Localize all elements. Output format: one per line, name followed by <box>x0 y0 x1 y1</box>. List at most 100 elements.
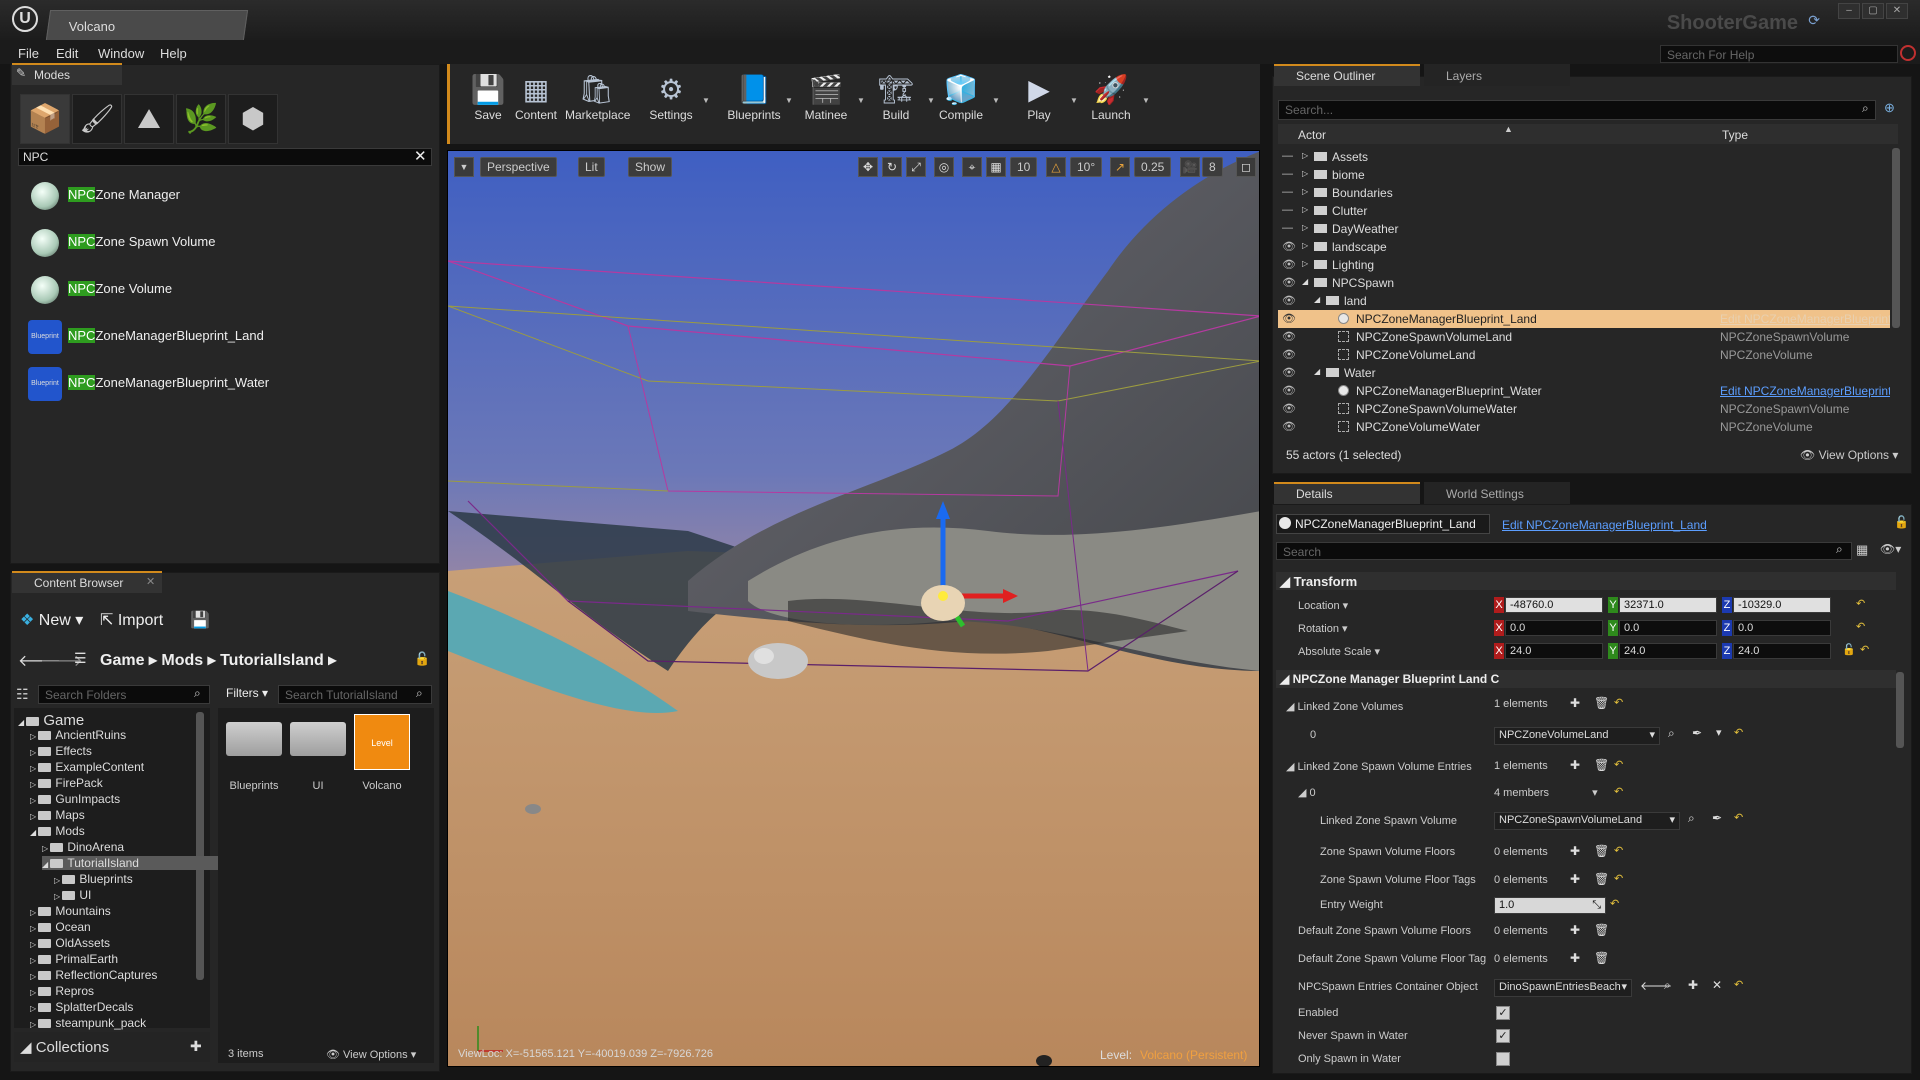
expand-arrow-icon[interactable]: ◢ <box>1314 295 1320 304</box>
reset-zone-volume-icon[interactable]: ↶ <box>1734 726 1743 739</box>
translate-tool-icon[interactable]: ✥ <box>858 157 878 177</box>
edit-blueprint-link[interactable]: Edit NPCZoneManagerBlueprint_Water <box>1720 384 1890 398</box>
blueprints-dropdown-icon[interactable]: ▼ <box>785 96 793 105</box>
pick-actor-icon[interactable]: ✒ <box>1692 726 1702 740</box>
visibility-eye-icon[interactable]: — <box>1282 168 1293 180</box>
folder-tree-item[interactable]: ◢ Mods <box>30 824 85 838</box>
expand-arrow-icon[interactable]: ▷ <box>1302 187 1308 196</box>
folder-tree-item[interactable]: ▷ OldAssets <box>30 936 110 950</box>
breadcrumb-tutorialisland[interactable]: TutorialIsland <box>220 652 324 669</box>
pick-spawn-volume-icon[interactable]: ✒ <box>1712 811 1722 825</box>
location-x-input[interactable]: -48760.0 <box>1505 597 1603 613</box>
viewport-options-dropdown[interactable]: ▼ <box>454 157 474 177</box>
search-assets-input[interactable]: Search TutorialIsland <box>278 685 432 704</box>
expand-arrow-icon[interactable]: ▷ <box>1302 151 1308 160</box>
visibility-eye-icon[interactable]: 👁 <box>1282 276 1296 289</box>
add-collection-icon[interactable]: ✚ <box>190 1038 202 1055</box>
outliner-row[interactable]: 👁 ◢ Water <box>1278 364 1890 382</box>
visibility-eye-icon[interactable]: — <box>1282 150 1293 162</box>
empty-array-icon[interactable]: 🗑 <box>1594 696 1609 710</box>
settings-button[interactable]: ⚙ Settings <box>640 72 702 132</box>
expand-arrow-icon[interactable]: ▷ <box>30 732 38 741</box>
details-lock-icon[interactable]: 🔓 <box>1894 515 1909 529</box>
scale-lock-icon[interactable]: 🔓 <box>1842 643 1856 656</box>
reset-scale-icon[interactable]: ↶ <box>1860 643 1869 656</box>
grid-snap-icon[interactable]: ▦ <box>986 157 1006 177</box>
place-mode-icon[interactable]: 📦 <box>20 94 70 144</box>
folder-tree-item[interactable]: ▷ ReflectionCaptures <box>30 968 157 982</box>
expand-arrow-icon[interactable]: ▷ <box>30 988 38 997</box>
geometry-mode-icon[interactable]: ⬢ <box>228 94 278 144</box>
tab-details[interactable]: Details <box>1274 482 1420 504</box>
scale-tool-icon[interactable]: ⤢ <box>906 157 926 177</box>
menu-edit[interactable]: Edit <box>56 46 78 61</box>
edit-blueprint-link[interactable]: Edit NPCZoneManagerBlueprint_Land <box>1502 518 1707 532</box>
mode-result-item[interactable]: Blueprint NPCZoneManagerBlueprint_Land <box>28 314 428 358</box>
camera-speed-value[interactable]: 8 <box>1202 157 1223 177</box>
add-actor-icon[interactable]: ⊕ <box>1884 100 1895 116</box>
expand-arrow-icon[interactable]: ◢ <box>42 860 50 869</box>
outliner-row[interactable]: — ▷ DayWeather <box>1278 220 1890 238</box>
world-space-icon[interactable]: ◎ <box>934 157 954 177</box>
outliner-row[interactable]: 👁 ◢ land <box>1278 292 1890 310</box>
filters-button[interactable]: Filters ▾ <box>226 686 268 700</box>
tab-scene-outliner[interactable]: Scene Outliner <box>1274 64 1420 86</box>
folder-tree-item[interactable]: ▷ steampunk_pack <box>30 1016 146 1030</box>
reset-container-icon[interactable]: ↶ <box>1734 978 1743 991</box>
paint-mode-icon[interactable]: 🖌 <box>72 94 122 144</box>
maximize-button[interactable]: ▢ <box>1862 3 1884 19</box>
expand-arrow-icon[interactable]: ▷ <box>30 764 38 773</box>
folder-asset-icon[interactable] <box>290 722 346 756</box>
level-asset-tile[interactable]: Level <box>354 714 410 770</box>
rotation-y-input[interactable]: 0.0 <box>1619 620 1717 636</box>
tab-content-browser[interactable]: Content Browser <box>12 571 162 593</box>
folder-tree-item[interactable]: ▷ Repros <box>30 984 94 998</box>
folder-tree-item[interactable]: ▷ SplatterDecals <box>30 1000 133 1014</box>
folder-tree-item[interactable]: ◢ TutorialIsland <box>42 856 218 870</box>
expand-arrow-icon[interactable]: ▷ <box>54 892 62 901</box>
element-options-icon[interactable]: ▾ <box>1716 726 1722 739</box>
only-spawn-water-checkbox[interactable] <box>1496 1052 1510 1066</box>
reset-members-icon[interactable]: ↶ <box>1614 785 1623 798</box>
expand-arrow-icon[interactable]: ▷ <box>1302 241 1308 250</box>
expand-arrow-icon[interactable]: ◢ <box>30 828 38 837</box>
grid-snap-value[interactable]: 10 <box>1010 157 1038 177</box>
outliner-row[interactable]: 👁 NPCZoneSpawnVolumeWater NPCZoneSpawnVolu… <box>1278 400 1890 418</box>
empty-floor-tags-icon[interactable]: 🗑 <box>1594 872 1609 886</box>
expand-arrow-icon[interactable]: ▷ <box>30 940 38 949</box>
surface-snap-icon[interactable]: ⌖ <box>962 157 982 177</box>
expand-arrow-icon[interactable]: ▷ <box>1302 259 1308 268</box>
container-object-select[interactable]: DinoSpawnEntriesBeach ▾ <box>1494 979 1632 997</box>
level-document-tab[interactable]: Volcano <box>45 10 249 40</box>
spawn-volume-select[interactable]: NPCZoneSpawnVolumeLand ▾ <box>1494 812 1680 830</box>
no-entry-icon[interactable] <box>1900 45 1916 61</box>
browse-spawn-volume-icon[interactable]: ⌕ <box>1688 811 1695 826</box>
launch-dropdown-icon[interactable]: ▼ <box>1142 96 1150 105</box>
visibility-eye-icon[interactable]: — <box>1282 186 1293 198</box>
scale-snap-icon[interactable]: ↗ <box>1110 157 1130 177</box>
visibility-eye-icon[interactable]: — <box>1282 222 1293 234</box>
new-asset-button[interactable]: ❖ New ▾ <box>20 610 83 630</box>
outliner-search-input[interactable]: Search... <box>1278 100 1876 120</box>
clear-search-icon[interactable]: ✕ <box>414 147 427 165</box>
outliner-row[interactable]: 👁 ◢ NPCSpawn <box>1278 274 1890 292</box>
matinee-button[interactable]: 🎬 Matinee <box>795 72 857 132</box>
close-window-button[interactable]: ✕ <box>1886 3 1908 19</box>
reset-spawn-volume-icon[interactable]: ↶ <box>1734 811 1743 824</box>
add-element-icon[interactable]: ✚ <box>1570 696 1580 710</box>
entry-weight-input[interactable]: 1.0 ⤡ <box>1494 897 1606 914</box>
add-default-floor-tag-icon[interactable]: ✚ <box>1570 951 1580 965</box>
visibility-eye-icon[interactable]: 👁 <box>1282 384 1296 397</box>
blueprints-button[interactable]: 📘 Blueprints <box>723 72 785 132</box>
members-select[interactable]: 4 members ▾ <box>1494 786 1598 799</box>
expand-arrow-icon[interactable]: ◢ <box>1314 367 1320 376</box>
expand-arrow-icon[interactable]: ▷ <box>30 908 38 917</box>
menu-help[interactable]: Help <box>160 46 187 61</box>
expand-arrow-icon[interactable]: ▷ <box>30 796 38 805</box>
level-viewport[interactable] <box>447 150 1260 1067</box>
settings-dropdown-icon[interactable]: ▼ <box>702 96 710 105</box>
rotate-tool-icon[interactable]: ↻ <box>882 157 902 177</box>
add-floor-icon[interactable]: ✚ <box>1570 844 1580 858</box>
reset-entry-weight-icon[interactable]: ↶ <box>1610 897 1619 910</box>
reset-rotation-icon[interactable]: ↶ <box>1856 620 1865 633</box>
